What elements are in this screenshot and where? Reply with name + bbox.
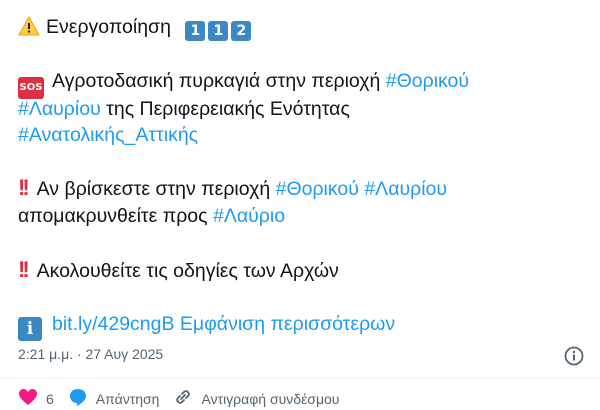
evacuate-text: Αν βρίσκεστε στην περιοχή: [36, 178, 271, 200]
link-line: i bit.ly/429cngB Εμφάνιση περισσότερων: [18, 311, 395, 341]
heart-icon: [18, 388, 38, 409]
link-icon: [173, 387, 193, 410]
regional-unit-text: της Περιφερειακής Ενότητας: [106, 98, 350, 120]
evacuate-line-1: !! Αν βρίσκεστε στην περιοχή #Θορικού #Λα…: [18, 175, 447, 202]
hashtag-lavriou-2[interactable]: #Λαυρίου: [364, 178, 447, 200]
show-more-link[interactable]: Εμφάνιση περισσότερων: [180, 313, 395, 335]
fire-alert-text: Αγροτοδασική πυρκαγιά στην περιοχή: [52, 70, 381, 92]
double-exclamation-icon: !!: [18, 257, 30, 282]
fire-alert-line-3: #Ανατολικής_Αττικής: [18, 122, 198, 148]
activation-line: Ενεργοποίηση 112: [18, 14, 252, 43]
information-icon: i: [18, 317, 42, 341]
reply-button[interactable]: Απάντηση: [68, 387, 160, 410]
follow-instructions-line: !! Ακολουθείτε τις οδηγίες των Αρχών: [18, 257, 339, 284]
tweet-timestamp[interactable]: 2:21 μ.μ. · 27 Αυγ 2025: [18, 346, 163, 362]
info-circle-icon[interactable]: [563, 345, 585, 367]
divider: [0, 378, 600, 379]
warning-icon: [18, 15, 40, 43]
action-bar: 6 Απάντηση Αντιγραφή συνδέσμου: [18, 387, 339, 410]
evacuate-line-2: απομακρυνθείτε προς #Λαύριο: [18, 203, 285, 229]
follow-instructions-text: Ακολουθείτε τις οδηγίες των Αρχών: [36, 260, 339, 282]
fire-alert-line-1: SOS Αγροτοδασική πυρκαγιά στην περιοχή #Θ…: [18, 68, 469, 99]
keycap-1-icon: 1: [185, 21, 206, 41]
evacuate-direction-text: απομακρυνθείτε προς: [18, 205, 208, 227]
like-button[interactable]: 6: [18, 388, 54, 409]
copy-link-label: Αντιγραφή συνδέσμου: [201, 390, 340, 407]
hashtag-thorikou-2[interactable]: #Θορικού: [276, 178, 359, 200]
hashtag-lavrio[interactable]: #Λαύριο: [213, 205, 285, 227]
keycap-1-icon: 1: [208, 21, 229, 41]
reply-icon: [68, 387, 88, 410]
hashtag-thorikou[interactable]: #Θορικού: [386, 70, 469, 92]
hashtag-lavriou[interactable]: #Λαυρίου: [18, 98, 101, 120]
like-count: 6: [46, 390, 54, 407]
short-link[interactable]: bit.ly/429cngB: [52, 313, 175, 335]
copy-link-button[interactable]: Αντιγραφή συνδέσμου: [173, 387, 339, 410]
hashtag-anatolikis-attikis[interactable]: #Ανατολικής_Αττικής: [18, 124, 198, 146]
keycap-2-icon: 2: [231, 21, 252, 41]
double-exclamation-icon: !!: [18, 175, 30, 200]
fire-alert-line-2: #Λαυρίου της Περιφερειακής Ενότητας: [18, 96, 350, 122]
reply-label: Απάντηση: [95, 390, 160, 407]
activation-text: Ενεργοποίηση: [46, 16, 171, 38]
